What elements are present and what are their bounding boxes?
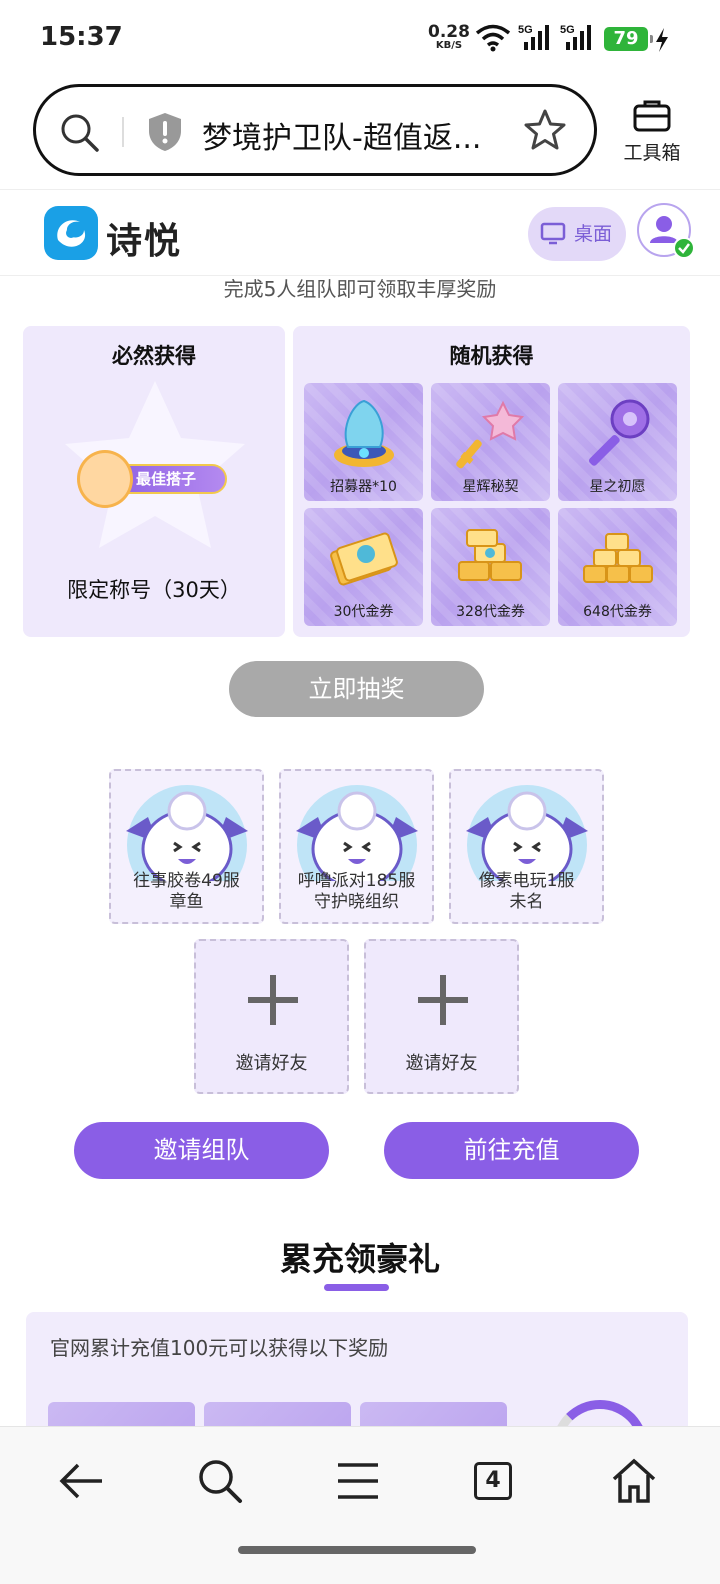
user-avatar[interactable] [637, 203, 695, 259]
toolbox-label: 工具箱 [623, 142, 681, 164]
member-avatar [296, 785, 418, 881]
member-label: 往事胶卷49服 章鱼 [111, 871, 262, 913]
member-name: 章鱼 [169, 892, 204, 912]
team-member-card: 像素电玩1服 未名 [449, 769, 604, 924]
site-header: 诗悦 桌面 [0, 189, 720, 276]
voucher-648-icon [583, 533, 653, 583]
page: 15:37 0.28 KB/S 5G 5G 79 梦境护卫队-超值返... 工具… [0, 0, 720, 1584]
toolbox-icon [633, 100, 671, 132]
random-card: 随机获得 招募器*10 星辉秘契 星之初愿 30代金券 328代金券 648代金… [293, 326, 690, 637]
prize-item: 328代金券 [431, 508, 550, 626]
site-logo-icon[interactable] [44, 206, 98, 260]
verified-check-icon [673, 237, 695, 259]
prize-item: 星之初愿 [558, 383, 677, 501]
net-speed-unit: KB/S [435, 40, 463, 51]
menu-icon[interactable] [334, 1457, 382, 1505]
home-icon[interactable] [610, 1457, 658, 1505]
prize-item: 648代金券 [558, 508, 677, 626]
team-member-card: 呼噜派对185服 守护晓组织 [279, 769, 434, 924]
invite-friend-label: 邀请好友 [235, 1053, 308, 1074]
team-member-card: 往事胶卷49服 章鱼 [109, 769, 264, 924]
search-icon[interactable] [58, 111, 102, 155]
prize-item: 招募器*10 [304, 383, 423, 501]
svg-text:5G: 5G [518, 24, 533, 36]
battery-indicator: 79 [604, 27, 653, 51]
random-title: 随机获得 [449, 344, 534, 368]
net-speed: 0.28 KB/S [428, 24, 470, 51]
signal-5g-icon-2: 5G [560, 24, 591, 50]
search-nav-icon[interactable] [196, 1457, 244, 1505]
shield-icon[interactable] [146, 111, 184, 153]
member-label: 呼噜派对185服 守护晓组织 [281, 871, 432, 913]
back-arrow-icon[interactable] [58, 1457, 106, 1505]
prize-label: 648代金券 [583, 604, 652, 620]
prize-label: 328代金券 [456, 604, 525, 620]
team-subtitle: 完成5人组队即可领取丰厚奖励 [223, 277, 497, 301]
member-label: 像素电玩1服 未名 [451, 871, 602, 913]
site-logo-text[interactable]: 诗悦 [106, 212, 182, 264]
url-text[interactable]: 梦境护卫队-超值返... [202, 113, 502, 157]
charging-icon [656, 28, 668, 52]
prize-label: 星辉秘契 [462, 479, 519, 495]
section-title-underline [324, 1284, 389, 1291]
toolbox-button[interactable]: 工具箱 [616, 98, 688, 165]
guaranteed-reward: 限定称号（30天） [67, 578, 241, 602]
member-name: 未名 [509, 892, 544, 912]
wifi-icon [475, 24, 511, 52]
signal-5g-icon: 5G [518, 24, 549, 50]
recharge-button[interactable]: 前往充值 [384, 1122, 639, 1179]
recruiter-icon [334, 399, 394, 467]
character-portrait [77, 450, 133, 508]
guaranteed-title: 必然获得 [112, 344, 196, 368]
prize-label: 30代金券 [333, 604, 394, 620]
prize-label: 星之初愿 [589, 479, 646, 495]
star-key-icon [456, 400, 525, 469]
wish-key-icon [588, 399, 650, 466]
member-server: 往事胶卷49服 [133, 871, 240, 891]
cumulative-description: 官网累计充值100元可以获得以下奖励 [50, 1336, 389, 1360]
home-indicator[interactable] [238, 1546, 476, 1554]
plus-icon [418, 975, 468, 1025]
svg-text:5G: 5G [560, 24, 575, 36]
address-divider [122, 117, 124, 147]
invite-friend-slot[interactable]: 邀请好友 [364, 939, 519, 1094]
invite-friend-label: 邀请好友 [405, 1053, 478, 1074]
draw-button[interactable]: 立即抽奖 [229, 661, 484, 717]
section-title: 累充领豪礼 [279, 1240, 440, 1278]
prize-label: 招募器*10 [330, 479, 397, 495]
member-avatar [466, 785, 588, 881]
invite-team-button[interactable]: 邀请组队 [74, 1122, 329, 1179]
address-bar[interactable]: 梦境护卫队-超值返... [33, 84, 597, 176]
status-bar: 15:37 0.28 KB/S 5G 5G 79 [0, 0, 720, 78]
guaranteed-card: 必然获得 最佳搭子 限定称号（30天） [23, 326, 285, 637]
invite-friend-slot[interactable]: 邀请好友 [194, 939, 349, 1094]
member-server: 呼噜派对185服 [297, 871, 416, 891]
tabs-button[interactable]: 4 [474, 1462, 512, 1500]
voucher-328-icon [458, 529, 522, 581]
member-avatar [126, 785, 248, 881]
browser-bottom-nav: 4 [0, 1426, 720, 1584]
member-server: 像素电玩1服 [478, 871, 575, 891]
net-speed-value: 0.28 [428, 22, 470, 42]
prize-item: 星辉秘契 [431, 383, 550, 501]
voucher-30-icon [330, 532, 398, 586]
monitor-icon [540, 222, 566, 245]
desktop-button-label: 桌面 [574, 223, 613, 245]
title-badge: 最佳搭子 [77, 450, 237, 508]
desktop-button[interactable]: 桌面 [528, 207, 626, 261]
member-name: 守护晓组织 [314, 892, 399, 912]
status-time: 15:37 [40, 22, 123, 52]
prize-item: 30代金券 [304, 508, 423, 626]
plus-icon [248, 975, 298, 1025]
bookmark-star-icon[interactable] [522, 107, 568, 153]
